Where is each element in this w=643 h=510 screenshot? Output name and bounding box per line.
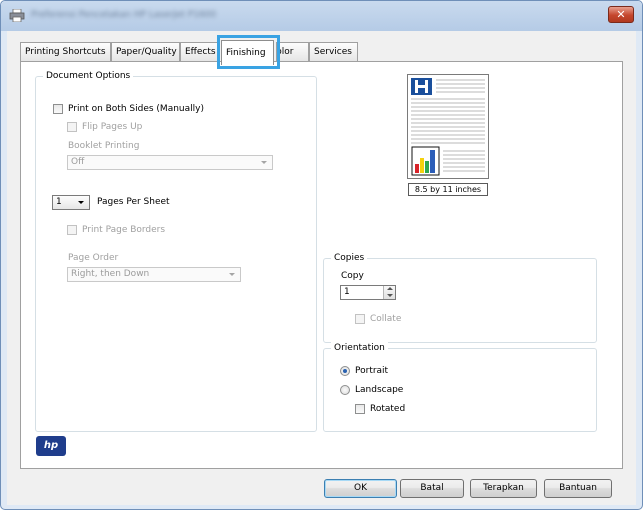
pages-per-sheet-label: Pages Per Sheet xyxy=(97,197,170,207)
page-preview-image xyxy=(411,78,485,176)
group-title: Copies xyxy=(331,252,368,264)
copy-count-stepper[interactable]: 1 xyxy=(340,285,396,300)
pages-per-sheet-value: 1 xyxy=(56,197,62,207)
rotated-checkbox[interactable] xyxy=(355,404,365,414)
tab-printing-shortcuts[interactable]: Printing Shortcuts xyxy=(20,42,111,62)
hp-logo: hp xyxy=(36,436,66,456)
landscape-label: Landscape xyxy=(355,385,404,395)
tab-label: Finishing xyxy=(226,48,266,58)
cancel-button[interactable]: Batal xyxy=(400,479,464,498)
page-order-value: Right, then Down xyxy=(71,269,150,279)
chevron-down-icon xyxy=(229,273,235,276)
portrait-label: Portrait xyxy=(355,366,389,376)
landscape-radio[interactable] xyxy=(340,385,350,395)
document-options-group: Document Options Print on Both Sides (Ma… xyxy=(35,70,317,432)
window-title: Preferensi Pencetakan HP LaserJet P1600 xyxy=(31,10,217,20)
tab-label: Services xyxy=(314,47,352,57)
spin-up-icon xyxy=(387,287,393,290)
print-page-borders-label: Print Page Borders xyxy=(82,225,166,235)
spinner-buttons[interactable] xyxy=(383,286,395,299)
chevron-down-icon xyxy=(78,201,84,204)
collate-label: Collate xyxy=(370,314,402,324)
pages-per-sheet-select[interactable]: 1 xyxy=(52,195,90,210)
booklet-printing-value: Off xyxy=(71,157,85,167)
print-both-sides-label: Print on Both Sides (Manually) xyxy=(68,104,204,114)
tab-effects[interactable]: Effects xyxy=(180,42,219,62)
tab-label: Paper/Quality xyxy=(116,47,177,57)
close-button[interactable]: ✕ xyxy=(608,6,634,23)
flip-pages-up-checkbox[interactable] xyxy=(67,122,77,132)
tab-label: Printing Shortcuts xyxy=(25,47,106,57)
page-order-label: Page Order xyxy=(68,253,119,263)
ok-button[interactable]: OK xyxy=(324,479,397,498)
help-button[interactable]: Bantuan xyxy=(544,479,612,498)
group-title: Document Options xyxy=(43,70,134,82)
chevron-down-icon xyxy=(261,161,267,164)
print-both-sides-checkbox[interactable] xyxy=(53,104,63,114)
tab-color[interactable]: Color xyxy=(276,42,309,62)
portrait-radio[interactable] xyxy=(340,366,350,376)
booklet-printing-select[interactable]: Off xyxy=(67,155,273,170)
printer-icon xyxy=(9,9,25,22)
spin-down-icon xyxy=(387,294,393,297)
tab-services[interactable]: Services xyxy=(309,42,358,62)
copy-count-value: 1 xyxy=(344,287,350,297)
apply-button[interactable]: Terapkan xyxy=(470,479,537,498)
tab-label: Color xyxy=(276,47,294,57)
tab-finishing[interactable]: Finishing xyxy=(221,40,274,65)
group-title: Orientation xyxy=(331,342,388,354)
orientation-group: Orientation Portrait Landscape Rotated xyxy=(323,342,597,432)
print-page-borders-checkbox[interactable] xyxy=(67,225,77,235)
page-preview xyxy=(407,74,489,179)
paper-size-label: 8.5 by 11 inches xyxy=(408,183,488,196)
rotated-label: Rotated xyxy=(370,404,406,414)
copies-group: Copies Copy 1 Collate xyxy=(323,252,597,343)
page-order-select[interactable]: Right, then Down xyxy=(67,267,241,282)
finishing-panel: Document Options Print on Both Sides (Ma… xyxy=(20,61,623,469)
tab-paper-quality[interactable]: Paper/Quality xyxy=(111,42,180,62)
booklet-printing-label: Booklet Printing xyxy=(68,141,140,151)
title-bar[interactable]: Preferensi Pencetakan HP LaserJet P1600 … xyxy=(1,1,642,31)
copy-label: Copy xyxy=(341,271,364,281)
tab-label: Effects xyxy=(185,47,216,57)
flip-pages-up-label: Flip Pages Up xyxy=(82,122,143,132)
collate-checkbox[interactable] xyxy=(355,314,365,324)
